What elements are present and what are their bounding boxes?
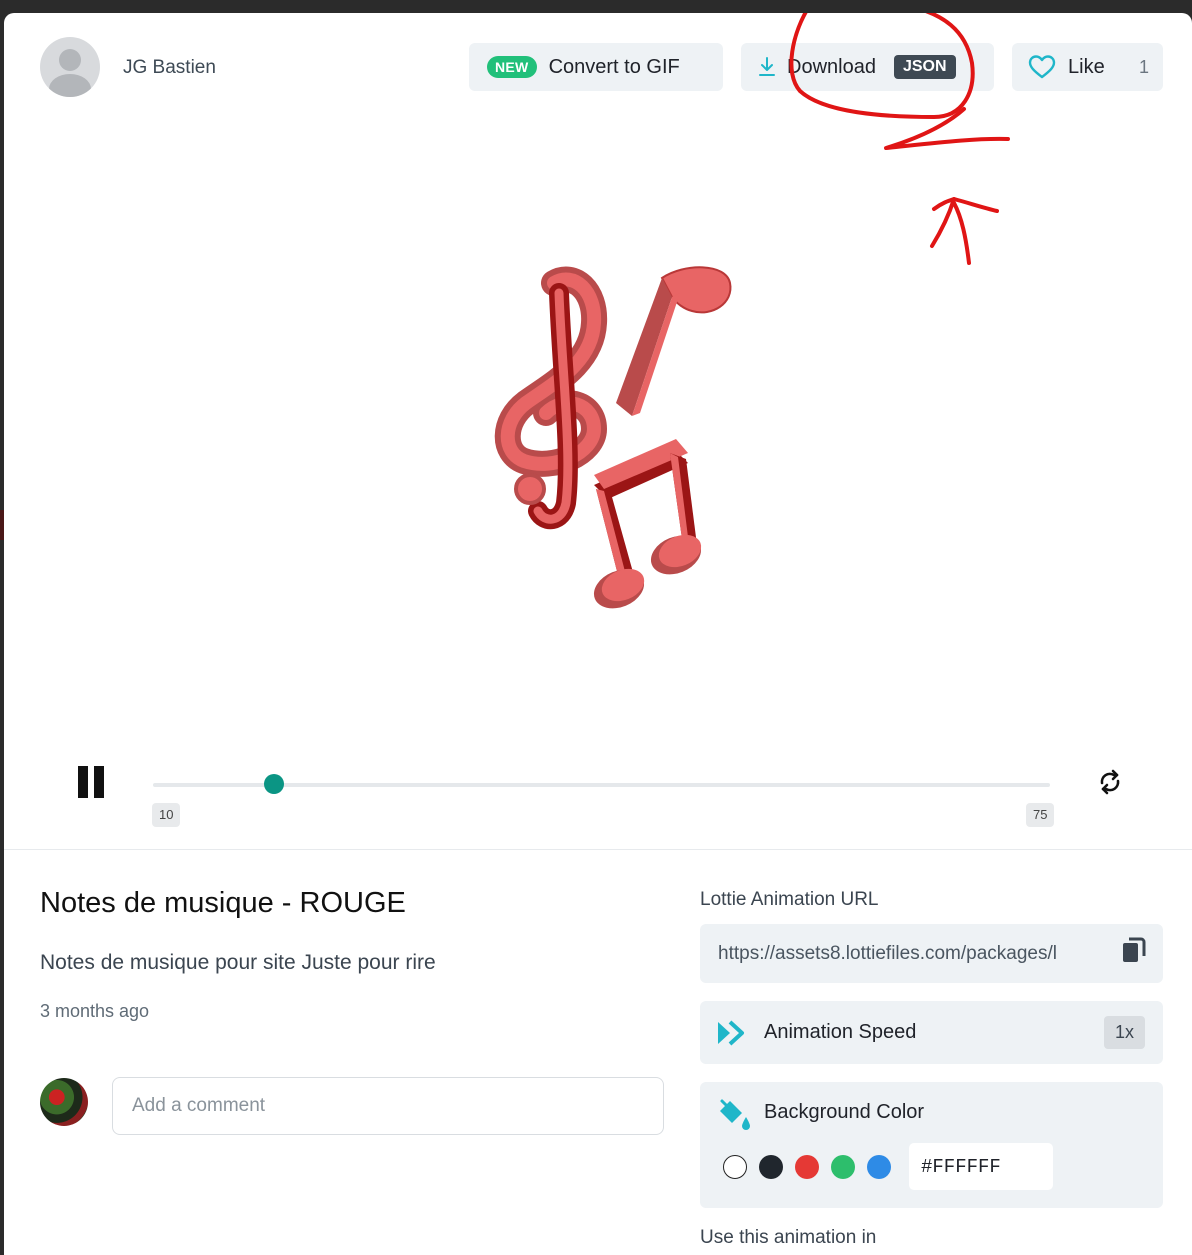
url-label: Lottie Animation URL bbox=[700, 889, 879, 910]
color-swatch[interactable] bbox=[759, 1155, 783, 1179]
comment-placeholder: Add a comment bbox=[132, 1095, 266, 1116]
speed-value[interactable]: 1x bbox=[1103, 1016, 1145, 1049]
animation-url: https://assets8.lottiefiles.com/packages… bbox=[718, 942, 1057, 964]
like-button[interactable]: Like 1 bbox=[1012, 43, 1163, 91]
hex-color-input[interactable]: #FFFFFF bbox=[909, 1143, 1053, 1190]
color-swatch[interactable] bbox=[867, 1155, 891, 1179]
color-swatch[interactable] bbox=[831, 1155, 855, 1179]
pause-button[interactable] bbox=[76, 766, 106, 798]
color-swatch[interactable] bbox=[795, 1155, 819, 1179]
convert-to-gif-button[interactable]: NEW Convert to GIF bbox=[469, 43, 723, 91]
convert-label: Convert to GIF bbox=[548, 55, 680, 78]
heart-icon bbox=[1028, 55, 1056, 79]
new-badge: NEW bbox=[487, 56, 537, 78]
animation-description: Notes de musique pour site Juste pour ri… bbox=[40, 951, 436, 974]
author-name[interactable]: JG Bastien bbox=[123, 57, 216, 79]
end-frame-label: 75 bbox=[1026, 803, 1055, 827]
like-label: Like bbox=[1068, 55, 1105, 78]
download-icon bbox=[759, 57, 775, 76]
animation-url-field[interactable]: https://assets8.lottiefiles.com/packages… bbox=[700, 924, 1163, 983]
paint-bucket-icon bbox=[720, 1099, 750, 1130]
beamed-notes bbox=[593, 439, 702, 609]
copy-icon[interactable] bbox=[1121, 936, 1147, 966]
timeline-track[interactable] bbox=[153, 783, 1050, 787]
download-button[interactable]: Download JSON bbox=[741, 43, 994, 91]
current-user-avatar bbox=[40, 1078, 88, 1126]
animation-title: Notes de musique - ROUGE bbox=[40, 887, 406, 919]
fast-forward-icon bbox=[718, 1020, 744, 1045]
start-frame-label: 10 bbox=[152, 803, 181, 827]
author-avatar[interactable] bbox=[40, 37, 100, 97]
background-color-label: Background Color bbox=[764, 1101, 925, 1123]
background-color-panel: Background Color #FFFFFF bbox=[700, 1082, 1163, 1208]
animation-modal: JG Bastien NEW Convert to GIF Download J… bbox=[4, 13, 1192, 1255]
animation-speed-control[interactable]: Animation Speed 1x bbox=[700, 1001, 1163, 1064]
speed-label: Animation Speed bbox=[764, 1021, 917, 1043]
download-label: Download bbox=[787, 55, 876, 78]
like-count: 1 bbox=[1138, 56, 1149, 77]
loop-icon[interactable] bbox=[1097, 767, 1123, 797]
music-notes-illustration bbox=[494, 266, 732, 609]
timeline-thumb[interactable] bbox=[264, 774, 285, 794]
json-badge: JSON bbox=[893, 55, 956, 79]
treble-clef bbox=[494, 266, 608, 530]
section-divider bbox=[4, 849, 1192, 850]
upload-time: 3 months ago bbox=[40, 1001, 150, 1021]
color-swatch[interactable] bbox=[723, 1155, 747, 1179]
comment-input[interactable]: Add a comment bbox=[112, 1077, 664, 1135]
use-animation-in-label: Use this animation in bbox=[700, 1227, 877, 1248]
